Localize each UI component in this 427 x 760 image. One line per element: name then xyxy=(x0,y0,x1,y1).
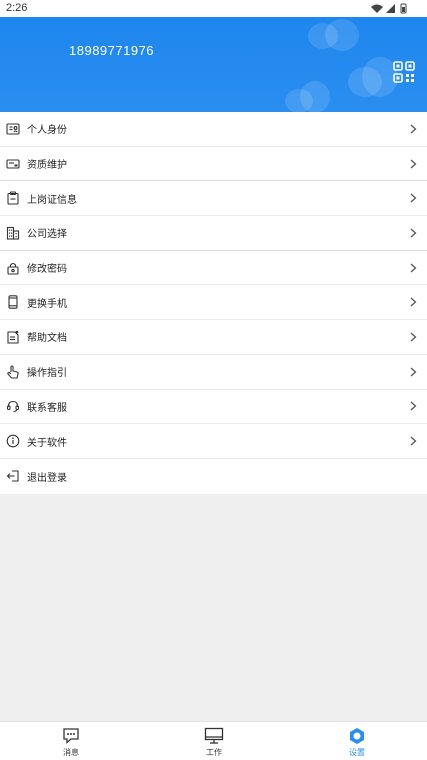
menu-item-about[interactable]: 关于软件 xyxy=(0,424,427,459)
clipboard-icon xyxy=(7,191,19,205)
menu-label: 关于软件 xyxy=(27,437,67,449)
menu-item-job-certificate[interactable]: 上岗证信息 xyxy=(0,181,427,217)
menu-label: 资质维护 xyxy=(27,160,67,172)
tab-label: 设置 xyxy=(349,748,365,757)
menu-label: 上岗证信息 xyxy=(27,194,77,206)
document-icon xyxy=(7,330,19,344)
chevron-right-icon xyxy=(410,401,417,411)
tab-work[interactable]: 工作 xyxy=(184,722,244,760)
wifi-icon xyxy=(371,4,383,13)
bottom-nav: 消息 工作 设置 xyxy=(0,721,427,760)
phone-number: 18989771976 xyxy=(69,43,155,58)
menu-label: 联系客服 xyxy=(27,402,67,414)
menu-label: 个人身份 xyxy=(27,125,67,137)
menu-item-logout[interactable]: 退出登录 xyxy=(0,459,427,494)
certificate-icon xyxy=(6,158,20,169)
lock-icon xyxy=(7,262,19,275)
menu-item-change-password[interactable]: 修改密码 xyxy=(0,251,427,286)
building-icon xyxy=(6,226,20,240)
chevron-right-icon xyxy=(410,297,417,307)
menu-label: 修改密码 xyxy=(27,264,67,276)
chevron-right-icon xyxy=(410,332,417,342)
chevron-right-icon xyxy=(410,367,417,377)
tab-messages[interactable]: 消息 xyxy=(41,722,101,760)
menu-label: 帮助文档 xyxy=(27,333,67,345)
menu-label: 更换手机 xyxy=(27,298,67,310)
menu-item-customer-service[interactable]: 联系客服 xyxy=(0,390,427,425)
profile-header: 18989771976 xyxy=(0,17,427,112)
logout-icon xyxy=(6,470,19,482)
menu-label: 公司选择 xyxy=(27,229,67,241)
chevron-right-icon xyxy=(410,193,417,203)
monitor-icon xyxy=(204,727,224,744)
chevron-right-icon xyxy=(410,124,417,134)
menu-label: 操作指引 xyxy=(27,368,67,380)
menu-item-qualification[interactable]: 资质维护 xyxy=(0,147,427,182)
menu-item-change-phone[interactable]: 更换手机 xyxy=(0,285,427,321)
menu-item-help-docs[interactable]: 帮助文档 xyxy=(0,320,427,355)
chevron-right-icon xyxy=(410,159,417,169)
menu-item-company-select[interactable]: 公司选择 xyxy=(0,216,427,251)
id-card-icon xyxy=(6,123,20,135)
chevron-right-icon xyxy=(410,228,417,238)
menu-item-personal-identity[interactable]: 个人身份 xyxy=(0,112,427,147)
status-bar: 2:26 xyxy=(0,0,427,17)
headset-icon xyxy=(6,401,20,413)
menu-label: 退出登录 xyxy=(27,472,67,484)
tab-settings[interactable]: 设置 xyxy=(327,722,387,760)
menu-item-guide[interactable]: 操作指引 xyxy=(0,355,427,390)
chevron-right-icon xyxy=(410,436,417,446)
signal-icon xyxy=(386,4,395,13)
phone-icon xyxy=(8,295,18,310)
message-icon xyxy=(63,728,79,744)
hand-pointer-icon xyxy=(7,365,19,379)
tab-label: 消息 xyxy=(63,748,79,757)
status-time: 2:26 xyxy=(6,2,28,14)
settings-icon xyxy=(350,728,364,744)
status-icons xyxy=(371,3,407,14)
tab-label: 工作 xyxy=(206,748,222,757)
qr-code-icon[interactable] xyxy=(392,60,416,84)
settings-menu: 个人身份 资质维护 上岗证信息 公司选择 修改密码 更换手机 帮助文档 操作指引 xyxy=(0,112,427,494)
chevron-right-icon xyxy=(410,263,417,273)
info-icon xyxy=(6,434,20,448)
